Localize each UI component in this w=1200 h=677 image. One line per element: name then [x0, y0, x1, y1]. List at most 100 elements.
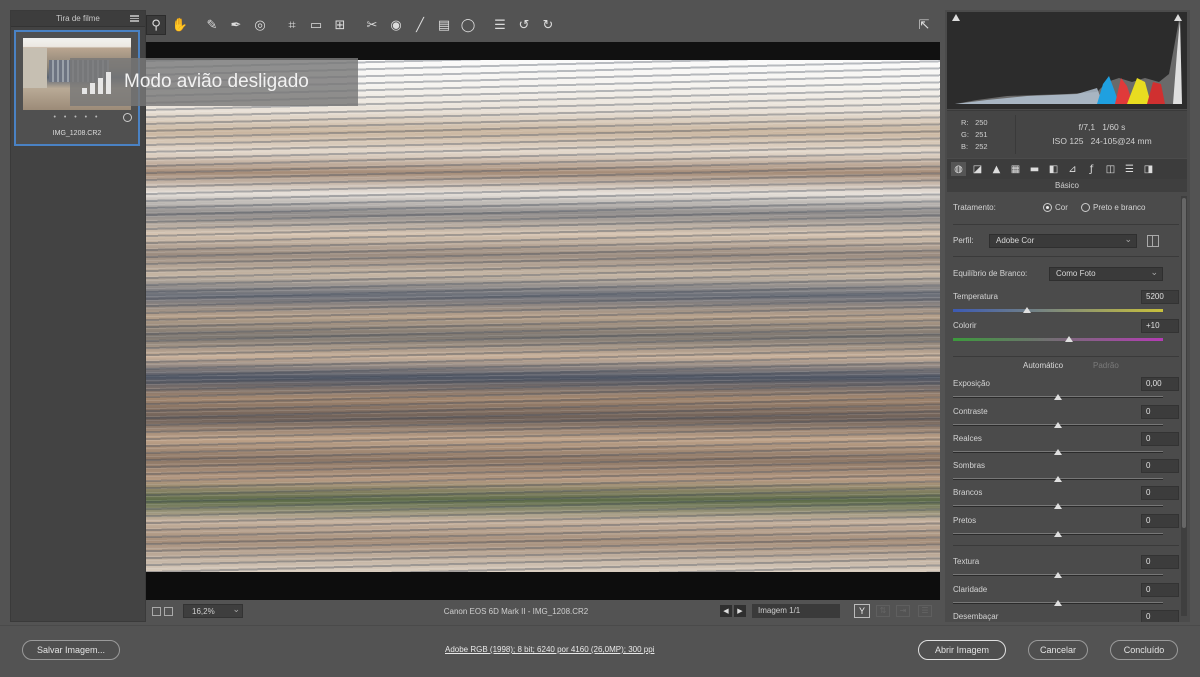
tone-curve-tab-icon[interactable]: ◪ — [970, 162, 985, 176]
before-after-button[interactable]: Y — [854, 604, 870, 618]
split-toning-tab-icon[interactable]: ▬ — [1027, 162, 1042, 176]
red-eye-icon[interactable]: ◉ — [386, 15, 406, 35]
slider-row: Contraste 0 — [953, 405, 1179, 431]
toast-text: Modo avião desligado — [124, 71, 309, 92]
temperature-row: Temperatura 5200 — [953, 290, 1179, 316]
tint-thumb[interactable] — [1065, 336, 1073, 342]
slider-value[interactable]: 0,00 — [1141, 377, 1179, 391]
graduated-filter-icon[interactable]: ▤ — [434, 15, 454, 35]
presets-tab-icon[interactable]: ☰ — [1122, 162, 1137, 176]
camera-info: Canon EOS 6D Mark II - IMG_1208.CR2 — [443, 606, 589, 616]
default-link[interactable]: Padrão — [1093, 361, 1119, 370]
profile-browser-icon[interactable] — [1147, 235, 1159, 247]
basic-tab-icon[interactable]: ◍ — [951, 162, 966, 176]
hand-icon[interactable]: ✋ — [170, 15, 190, 35]
preview-status-bar: 16,2% Canon EOS 6D Mark II - IMG_1208.CR… — [146, 601, 940, 621]
slider-row: Claridade 0 — [953, 583, 1179, 609]
slider-value[interactable]: 0 — [1141, 459, 1179, 473]
slider-value[interactable]: 0 — [1141, 610, 1179, 622]
snapshots-tab-icon[interactable]: ◨ — [1141, 162, 1156, 176]
slider-row: Brancos 0 — [953, 486, 1179, 512]
treatment-row: Tratamento: Cor Preto e branco — [953, 202, 1179, 216]
color-sampler-icon[interactable]: ✒ — [226, 15, 246, 35]
slider-label: Realces — [953, 434, 982, 443]
compare-view-icon[interactable] — [164, 606, 173, 616]
preferences-icon[interactable]: ☰ — [490, 15, 510, 35]
image-preview[interactable] — [146, 42, 940, 600]
temperature-slider[interactable] — [953, 309, 1163, 312]
slider-thumb[interactable] — [1054, 422, 1062, 428]
sync-icon — [123, 113, 132, 122]
panel-scrollbar[interactable] — [1181, 196, 1187, 616]
slider-label: Desembaçar — [953, 612, 999, 621]
next-image-icon[interactable]: ▶ — [734, 605, 746, 617]
calibration-tab-icon[interactable]: ◫ — [1103, 162, 1118, 176]
crop-icon[interactable]: ⌗ — [282, 15, 302, 35]
hsl-tab-icon[interactable]: ▦ — [1008, 162, 1023, 176]
slider-row: Realces 0 — [953, 432, 1179, 458]
auto-link[interactable]: Automático — [1023, 361, 1063, 370]
rotate-left-icon[interactable]: ↺ — [514, 15, 534, 35]
rotate-right-icon[interactable]: ↻ — [538, 15, 558, 35]
section-title: Básico — [947, 179, 1187, 192]
slider-thumb[interactable] — [1054, 600, 1062, 606]
shadow-clip-icon[interactable] — [952, 14, 960, 21]
slider-label: Textura — [953, 557, 980, 566]
aperture: f/7,1 — [1078, 122, 1096, 132]
open-image-button[interactable]: Abrir Imagem — [918, 640, 1006, 660]
white-balance-select[interactable]: Como Foto — [1049, 266, 1163, 281]
temperature-thumb[interactable] — [1023, 307, 1031, 313]
slider-value[interactable]: 0 — [1141, 432, 1179, 446]
toggle-settings-icon[interactable]: ☰ — [918, 605, 932, 617]
save-image-button[interactable]: Salvar Imagem... — [22, 640, 120, 660]
radial-filter-icon[interactable]: ◯ — [458, 15, 478, 35]
zoom-select[interactable]: 16,2% — [183, 604, 243, 618]
slider-value[interactable]: 0 — [1141, 405, 1179, 419]
slider-label: Sombras — [953, 461, 986, 470]
slider-thumb[interactable] — [1054, 503, 1062, 509]
adjustment-brush-icon[interactable]: ╱ — [410, 15, 430, 35]
swap-before-after-icon[interactable]: ⇅ — [876, 605, 890, 617]
slider-thumb[interactable] — [1054, 531, 1062, 537]
highlight-clip-icon[interactable] — [1174, 14, 1182, 21]
transform-tab-icon[interactable]: ⊿ — [1065, 162, 1080, 176]
slider-value[interactable]: 0 — [1141, 514, 1179, 528]
filmstrip-menu-icon[interactable] — [130, 15, 139, 22]
bottom-bar: Salvar Imagem... Adobe RGB (1998); 8 bit… — [0, 625, 1200, 677]
done-button[interactable]: Concluído — [1110, 640, 1178, 660]
prev-image-icon[interactable]: ◀ — [720, 605, 732, 617]
zoom-icon[interactable]: ⚲ — [146, 15, 166, 35]
spot-removal-icon[interactable]: ✂ — [362, 15, 382, 35]
straighten-icon[interactable]: ▭ — [306, 15, 326, 35]
effects-tab-icon[interactable]: ƒ — [1084, 162, 1099, 176]
slider-value[interactable]: 0 — [1141, 486, 1179, 500]
lens-tab-icon[interactable]: ◧ — [1046, 162, 1061, 176]
transform-icon[interactable]: ⊞ — [330, 15, 350, 35]
profile-select[interactable]: Adobe Cor — [989, 233, 1137, 248]
single-view-icon[interactable] — [152, 606, 161, 616]
slider-thumb[interactable] — [1054, 476, 1062, 482]
workflow-options-link[interactable]: Adobe RGB (1998); 8 bit; 6240 por 4160 (… — [445, 645, 654, 654]
slider-value[interactable]: 0 — [1141, 555, 1179, 569]
temperature-label: Temperatura — [953, 292, 998, 301]
adjustments-panel: R: 250 G: 251 B: 252 f/7,1 1/60 s ISO 12… — [945, 10, 1190, 622]
detail-tab-icon[interactable]: ▲ — [989, 162, 1004, 176]
slider-thumb[interactable] — [1054, 449, 1062, 455]
rating-stars[interactable]: • • • • • — [16, 114, 138, 121]
targeted-adjust-icon[interactable]: ◎ — [250, 15, 270, 35]
slider-label: Claridade — [953, 585, 988, 594]
copy-settings-icon[interactable]: ⇥ — [896, 605, 910, 617]
slider-thumb[interactable] — [1054, 572, 1062, 578]
temperature-value[interactable]: 5200 — [1141, 290, 1179, 304]
slider-thumb[interactable] — [1054, 394, 1062, 400]
tint-value[interactable]: +10 — [1141, 319, 1179, 333]
color-radio[interactable] — [1043, 203, 1052, 212]
cancel-button[interactable]: Cancelar — [1028, 640, 1088, 660]
tint-row: Colorir +10 — [953, 319, 1179, 345]
tint-slider[interactable] — [953, 338, 1163, 341]
fullscreen-icon[interactable]: ⇱ — [914, 15, 934, 35]
bw-radio[interactable] — [1081, 203, 1090, 212]
slider-value[interactable]: 0 — [1141, 583, 1179, 597]
white-balance-icon[interactable]: ✎ — [202, 15, 222, 35]
profile-label: Perfil: — [953, 236, 974, 245]
